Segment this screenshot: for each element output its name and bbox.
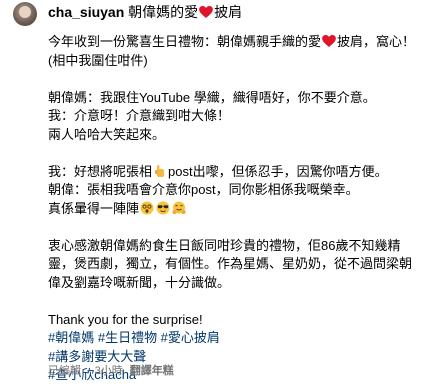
caption-line: 今年收到一份驚喜生日禮物：朝偉媽親手織的愛 披肩，窩心！ xyxy=(48,33,416,52)
post-meta: 已編輯 · 3小時 翻譯年糕 xyxy=(48,365,174,377)
caption-line: 靈，煲西劇，獨立，有個性。作為星媽、星奶奶，從不過問梁朝 xyxy=(48,256,413,271)
caption-text: 真係暈得一陣陣 xyxy=(48,200,140,216)
caption-text: 我：好想將呢張相 xyxy=(48,163,153,179)
caption-line: 偉及劉嘉玲嘅新聞，十分識做。 xyxy=(48,274,231,290)
caption-line: 真係暈得一陣陣 xyxy=(48,200,413,219)
dizzy-face-emoji-icon xyxy=(140,201,154,214)
caption-line: 衷心感激朝偉媽約食生日飯同咁珍貴的禮物，佢86歲不知幾精 xyxy=(48,237,401,253)
caption-line: (相中我圍住咁件) xyxy=(48,52,148,68)
post-caption: 今年收到一份驚喜生日禮物：朝偉媽親手織的愛 披肩，窩心！ (相中我圍住咁件) 朝偉… xyxy=(48,33,416,385)
caption-line: 朝偉：張相我唔會介意你post，同你影相係我嘅榮幸。 xyxy=(48,182,359,197)
translate-button[interactable]: 翻譯年糕 xyxy=(130,365,174,377)
red-heart-icon xyxy=(322,35,336,47)
caption-line: 我：好想將呢張相 post出嚟，但係忍手，因驚你唔方便。 xyxy=(48,163,413,182)
caption-text: post出嚟，但係忍手，因驚你唔方便。 xyxy=(168,163,388,179)
caption-line: 我：介意呀！介意織到咁大條！ xyxy=(48,108,231,123)
caption-text: 披肩，窩心！ xyxy=(337,34,416,49)
hand-emoji-icon xyxy=(155,164,165,177)
timestamp[interactable]: 3小時 xyxy=(95,365,123,377)
edited-label: 已編輯 xyxy=(48,365,81,377)
caption-line: 朝偉媽：我跟住YouTube 學織，織得唔好，你不要介意。 xyxy=(48,89,376,105)
caption-line: Thank you for the surprise! xyxy=(48,311,203,327)
username[interactable]: cha_siuyan xyxy=(48,4,124,20)
caption-text: 今年收到一份驚喜生日禮物：朝偉媽親手織的愛 xyxy=(48,34,322,49)
hashtag-link[interactable]: #朝偉媽 #生日禮物 #愛心披肩 xyxy=(48,329,413,348)
post-header: cha_siuyan 朝偉媽的愛 披肩 xyxy=(48,3,242,21)
hug-emoji-icon xyxy=(172,201,186,214)
post-title-after: 披肩 xyxy=(214,4,243,20)
avatar[interactable] xyxy=(13,2,37,26)
caption-line: 兩人哈哈大笑起來。 xyxy=(48,126,166,142)
red-heart-icon xyxy=(199,6,214,18)
post-title-before: 朝偉媽的愛 xyxy=(128,4,199,20)
sunglasses-emoji-icon xyxy=(156,201,170,214)
